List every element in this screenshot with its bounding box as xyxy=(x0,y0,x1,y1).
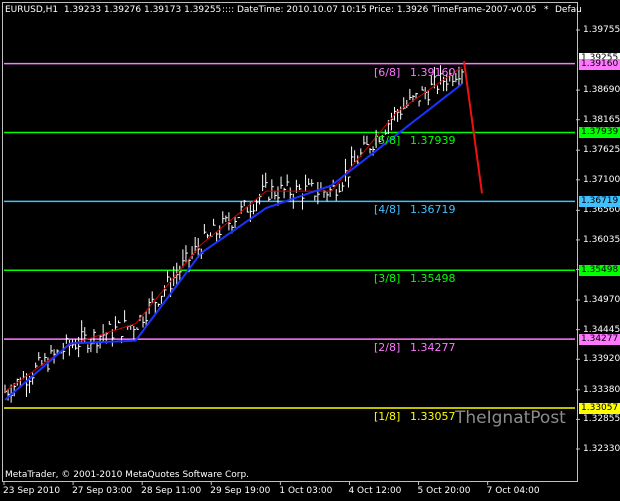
time-tick-label: 28 Sep 11:00 xyxy=(141,486,202,496)
murrey-level-name: [6/8] xyxy=(374,65,401,79)
murrey-level-value: 1.39160 xyxy=(410,65,456,79)
murrey-level-value: 1.35498 xyxy=(410,272,456,286)
watermark: TheIgnatPost xyxy=(455,408,566,428)
price-marker-box: 1.36719 xyxy=(579,196,620,208)
time-tick-label: 1 Oct 03:00 xyxy=(279,486,333,496)
price-tick-label: 1.37100 xyxy=(583,174,620,185)
price-tick-label: 1.33920 xyxy=(583,354,620,365)
copyright-footer: MetaTrader, © 2001-2010 MetaQuotes Softw… xyxy=(5,470,250,480)
murrey-level-name: [4/8] xyxy=(374,203,401,217)
price-tick-label: 1.32855 xyxy=(583,414,620,425)
price-marker-box: 1.33057 xyxy=(579,402,620,414)
symbol-info: EURUSD,H1 1.39233 1.39276 1.39173 1.3925… xyxy=(5,5,222,15)
murrey-level-value: 1.36719 xyxy=(410,203,456,217)
price-marker-box: 1.35498 xyxy=(579,265,620,277)
price-tick-label: 1.33380 xyxy=(583,384,620,395)
timeframe-info: TimeFrame-2007-v0.05 xyxy=(432,5,537,15)
chart-window: EURUSD,H1 1.39233 1.39276 1.39173 1.3925… xyxy=(0,0,620,501)
price-marker-box: 1.37939 xyxy=(579,127,620,139)
price-tick-label: 1.38690 xyxy=(583,85,620,96)
price-marker-box: 1.39160 xyxy=(579,58,620,70)
default-text: Defau xyxy=(555,5,582,15)
price-marker-box: 1.34277 xyxy=(579,334,620,346)
time-tick-label: 29 Sep 19:00 xyxy=(210,486,271,496)
price-tick-label: 1.39755 xyxy=(583,25,620,35)
murrey-level-name: [5/8] xyxy=(374,134,401,148)
price-tick-label: 1.37625 xyxy=(583,145,620,156)
murrey-level-value: 1.34277 xyxy=(410,341,456,355)
murrey-level-name: [3/8] xyxy=(374,272,401,286)
time-tick-label: 27 Sep 03:00 xyxy=(72,486,133,496)
price-tick-label: 1.38165 xyxy=(583,114,620,125)
time-tick-label: 7 Oct 04:00 xyxy=(486,486,540,496)
murrey-level-value: 1.37939 xyxy=(410,134,456,148)
murrey-level-name: [1/8] xyxy=(374,409,401,423)
time-tick-label: 5 Oct 20:00 xyxy=(417,486,471,496)
time-tick-label: 4 Oct 12:00 xyxy=(348,486,402,496)
price-info: Price: 1.3926 xyxy=(369,5,429,15)
datetime-info: :::: DateTime: 2010.10.07 10:15 xyxy=(222,5,367,15)
time-tick-label: 23 Sep 2010 xyxy=(3,486,61,496)
price-tick-label: 1.34970 xyxy=(583,295,620,306)
price-tick-label: 1.36035 xyxy=(583,234,620,245)
murrey-level-name: [2/8] xyxy=(374,341,401,355)
projection-line xyxy=(463,61,483,194)
murrey-level-value: 1.33057 xyxy=(410,409,456,423)
star-marker: * xyxy=(544,5,549,15)
price-tick-label: 1.32330 xyxy=(583,444,620,454)
